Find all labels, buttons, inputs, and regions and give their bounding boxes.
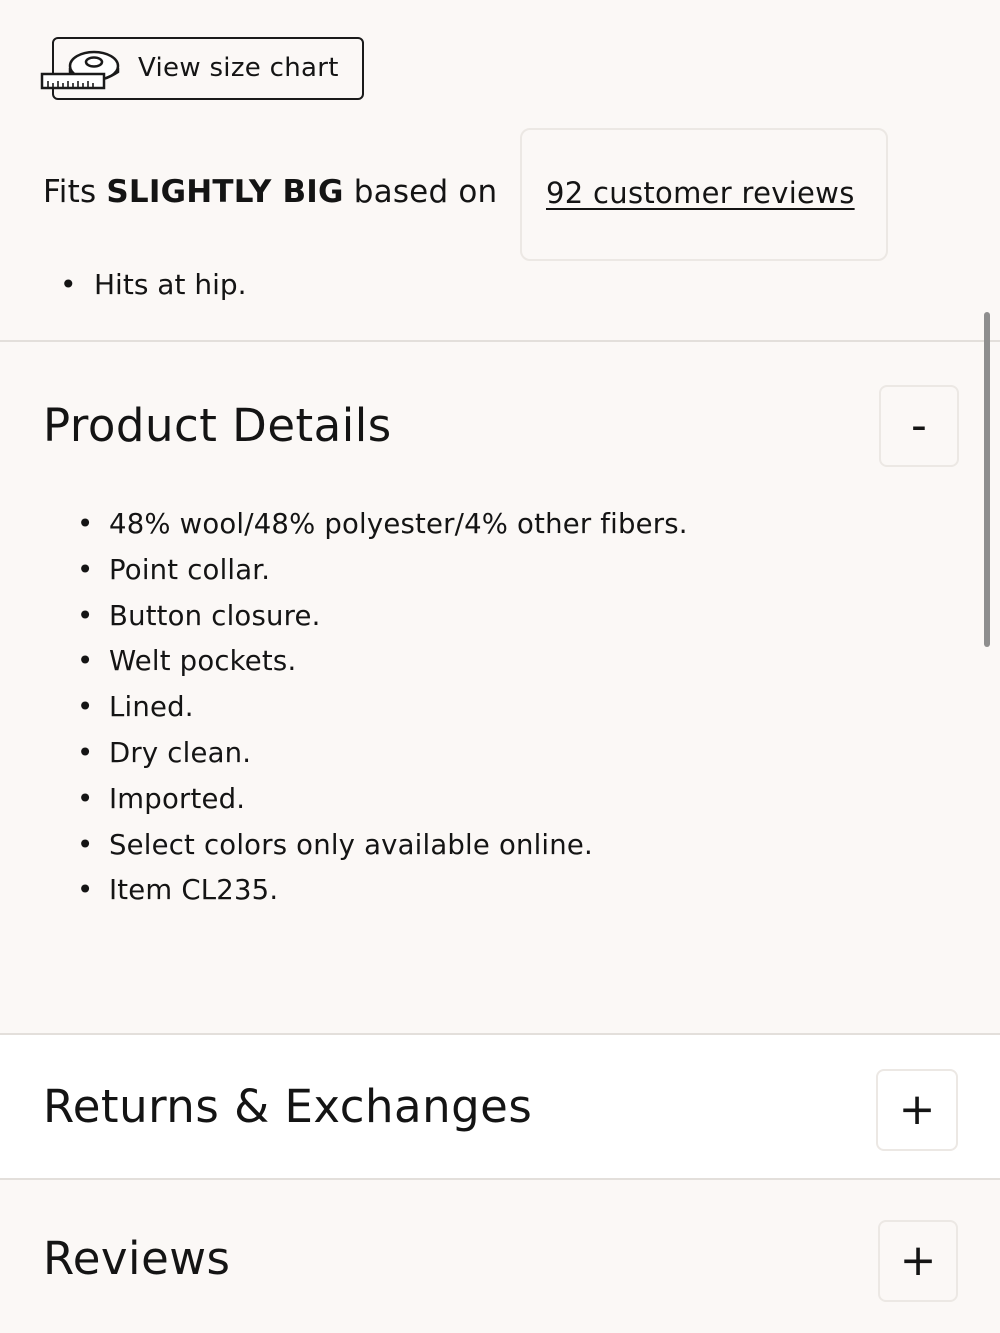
product-details-title[interactable]: Product Details: [43, 398, 392, 454]
customer-reviews-link[interactable]: 92 customer reviews: [546, 174, 855, 212]
product-details-list: • 48% wool/48% polyester/4% other fibers.…: [77, 502, 688, 914]
list-item: • Welt pockets.: [77, 639, 688, 685]
list-item: • Button closure.: [77, 594, 688, 640]
bullet-dot: •: [77, 874, 94, 907]
bullet-dot: •: [77, 553, 94, 586]
fit-summary: Fits SLIGHTLY BIG based on: [43, 172, 497, 212]
plus-icon: +: [898, 1084, 936, 1135]
bullet-dot: •: [60, 268, 77, 301]
fit-emphasis: SLIGHTLY BIG: [106, 174, 344, 210]
bullet-dot: •: [77, 828, 94, 861]
bullet-dot: •: [77, 736, 94, 769]
bullet-dot: •: [77, 782, 94, 815]
minus-icon: -: [911, 400, 927, 451]
bullet-dot: •: [77, 508, 94, 540]
fit-bullet-item: • Hits at hip.: [60, 267, 247, 303]
fit-bullet-text: Hits at hip.: [94, 268, 247, 301]
fit-suffix: based on: [343, 174, 498, 210]
bullet-dot: •: [77, 691, 94, 724]
product-details-collapse-button[interactable]: -: [879, 385, 959, 467]
list-item-text: Welt pockets.: [109, 645, 297, 678]
list-item-text: Button closure.: [109, 599, 321, 632]
list-item-text: Point collar.: [109, 553, 271, 586]
list-item-text: Lined.: [109, 691, 194, 724]
list-item: • Select colors only available online.: [77, 823, 688, 869]
reviews-title[interactable]: Reviews: [43, 1231, 231, 1287]
list-item-text: Dry clean.: [109, 736, 252, 769]
returns-expand-button[interactable]: +: [876, 1069, 958, 1151]
list-item-text: Imported.: [109, 782, 246, 815]
measuring-tape-icon: [40, 50, 120, 90]
bullet-dot: •: [77, 599, 94, 632]
plus-icon: +: [899, 1235, 937, 1286]
list-item-text: Item CL235.: [109, 874, 279, 907]
list-item: • Item CL235.: [77, 868, 688, 914]
view-size-chart-label[interactable]: View size chart: [138, 51, 339, 85]
list-item-text: Select colors only available online.: [109, 828, 593, 861]
section-divider: [0, 340, 1000, 342]
fit-prefix: Fits: [43, 174, 107, 210]
bullet-dot: •: [77, 645, 94, 678]
list-item: • Lined.: [77, 685, 688, 731]
section-divider: [0, 1178, 1000, 1180]
returns-exchanges-title[interactable]: Returns & Exchanges: [43, 1079, 532, 1135]
list-item-text: 48% wool/48% polyester/4% other fibers.: [109, 508, 688, 540]
list-item: • 48% wool/48% polyester/4% other fibers.: [77, 502, 688, 548]
list-item: • Point collar.: [77, 548, 688, 594]
list-item: • Dry clean.: [77, 731, 688, 777]
scrollbar-thumb[interactable]: [984, 312, 990, 647]
reviews-expand-button[interactable]: +: [878, 1220, 958, 1302]
list-item: • Imported.: [77, 777, 688, 823]
